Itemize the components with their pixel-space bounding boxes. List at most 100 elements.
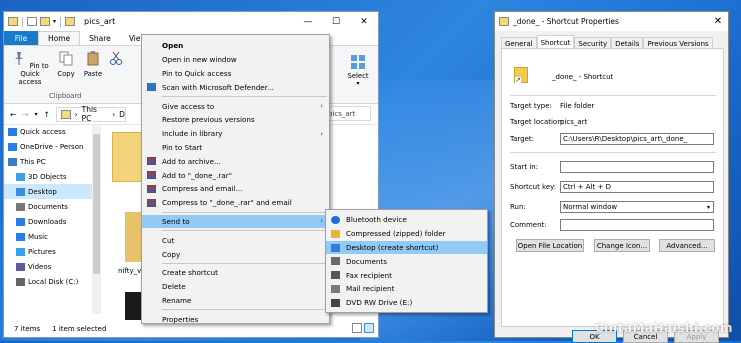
folder-thumbnail[interactable] [112, 132, 144, 182]
send-to-mail-recipient[interactable]: Mail recipient [326, 282, 487, 296]
minimize-button[interactable]: — [294, 12, 322, 31]
breadcrumb-current[interactable]: pics_art [323, 106, 371, 121]
send-to-dvd-rw-drive-e[interactable]: DVD RW Drive (E:) [326, 296, 487, 310]
qat-dropdown-icon[interactable]: ▾ [53, 18, 56, 25]
menu-item-create-shortcut[interactable]: Create shortcut [142, 266, 329, 280]
tab-share[interactable]: Share [80, 31, 120, 45]
winrar-icon [147, 157, 156, 166]
tab-file[interactable]: File [4, 31, 38, 45]
new-folder-icon[interactable] [40, 17, 50, 26]
divider [60, 16, 62, 27]
advanced-button[interactable]: Advanced... [659, 239, 715, 252]
copy-button[interactable]: Copy [56, 50, 76, 78]
properties-icon[interactable] [27, 17, 37, 26]
nav-item-downloads[interactable]: Downloads [4, 214, 92, 229]
up-arrow-icon[interactable]: ↑ [44, 110, 50, 119]
zip-icon [331, 229, 340, 238]
menu-item-scan-with-microsoft-defender[interactable]: Scan with Microsoft Defender... [142, 80, 329, 94]
menu-item-open-in-new-window[interactable]: Open in new window [142, 53, 329, 67]
menu-item-compress-and-email[interactable]: Compress and email... [142, 182, 329, 196]
nav-item-3d-objects[interactable]: 3D Objects [4, 169, 92, 184]
target-field[interactable]: C:\Users\R\Desktop\pics_art\_done_ [560, 133, 714, 145]
breadcrumb-d[interactable]: D [119, 110, 125, 119]
menu-item-include-in-library[interactable]: Include in library › [142, 127, 329, 141]
select-button[interactable]: Select ▾ [344, 48, 372, 98]
menu-item-label: Compress and email... [162, 184, 243, 194]
nav-item-pictures[interactable]: Pictures [4, 244, 92, 259]
tab-shortcut[interactable]: Shortcut [536, 35, 575, 49]
menu-item-label: Compress to "_done_.rar" and email [162, 198, 292, 208]
nav-item-label: Quick access [20, 127, 66, 136]
menu-item-give-access-to[interactable]: Give access to › [142, 99, 329, 113]
send-to-bluetooth-device[interactable]: Bluetooth device [326, 213, 487, 227]
disk-icon [16, 277, 25, 286]
maximize-button[interactable]: ☐ [322, 12, 350, 31]
details-view-icon[interactable] [352, 323, 362, 333]
menu-separator [162, 309, 327, 311]
menu-item-properties[interactable]: Properties [142, 312, 329, 326]
breadcrumb-separator: › [112, 109, 116, 119]
shortcut-folder-icon [514, 67, 528, 84]
menu-item-open[interactable]: Open [142, 39, 329, 53]
send-to-desktop-create-shortcut[interactable]: Desktop (create shortcut) [326, 240, 487, 255]
menu-item-label: Scan with Microsoft Defender... [162, 82, 274, 92]
close-button[interactable]: ✕ [350, 12, 378, 31]
close-button[interactable]: ✕ [708, 16, 728, 27]
run-select[interactable]: Normal window ▾ [560, 201, 714, 213]
recent-chevron-icon[interactable]: ▾ [35, 111, 38, 118]
nav-item-music[interactable]: Music [4, 229, 92, 244]
scrollbar-thumb[interactable] [93, 134, 100, 274]
nav-item-desktop[interactable]: Desktop [4, 184, 92, 199]
menu-item-copy[interactable]: Copy [142, 247, 329, 261]
menu-item-restore-previous-versions[interactable]: Restore previous versions [142, 113, 329, 127]
nav-item-this-pc[interactable]: This PC [4, 154, 92, 169]
send-to-compressed-zipped-folder[interactable]: Compressed (zipped) folder [326, 227, 487, 241]
menu-item-label: Pin to Start [162, 142, 203, 152]
back-arrow-icon[interactable]: ← [10, 110, 16, 119]
send-to-submenu: Bluetooth device Compressed (zipped) fold… [325, 209, 488, 313]
menu-item-add-to-done-rar[interactable]: Add to "_done_.rar" [142, 168, 329, 182]
nav-item-local-disk-c[interactable]: Local Disk (C:) [4, 274, 92, 289]
file-thumbnail[interactable] [125, 292, 141, 320]
file-thumbnail[interactable] [125, 212, 141, 262]
menu-item-label: Cut [162, 235, 175, 245]
menu-item-rename[interactable]: Rename [142, 294, 329, 308]
breadcrumb-this-pc[interactable]: This PC [82, 105, 109, 123]
menu-item-delete[interactable]: Delete [142, 280, 329, 294]
comment-field[interactable] [560, 219, 714, 231]
menu-item-label: Rename [162, 295, 192, 305]
tab-home[interactable]: Home [38, 31, 81, 45]
nav-item-onedrive-person[interactable]: OneDrive - Person [4, 139, 92, 154]
change-icon-button[interactable]: Change Icon... [594, 239, 650, 252]
nav-item-videos[interactable]: Videos [4, 259, 92, 274]
send-to-documents[interactable]: Documents [326, 254, 487, 268]
menu-item-cut[interactable]: Cut [142, 233, 329, 247]
menu-item-label: Fax recipient [346, 270, 392, 280]
pin-quick-access-button[interactable]: Pin to Quick access [10, 50, 50, 86]
menu-item-pin-to-quick-access[interactable]: Pin to Quick access [142, 67, 329, 81]
folder-icon [60, 109, 71, 119]
nav-item-quick-access[interactable]: Quick access [4, 124, 92, 139]
forward-arrow-icon[interactable]: → [22, 110, 28, 119]
window-controls: — ☐ ✕ [294, 12, 378, 31]
menu-item-send-to[interactable]: Send to › [142, 214, 329, 229]
address-bar[interactable]: › This PC › D [55, 105, 126, 123]
nav-scrollbar[interactable] [92, 124, 101, 314]
nav-item-documents[interactable]: Documents [4, 199, 92, 214]
file-name[interactable]: nifty_v [118, 267, 141, 275]
submenu-arrow-icon: › [320, 129, 323, 138]
menu-item-pin-to-start[interactable]: Pin to Start [142, 141, 329, 155]
title-bar: ▾ pics_art — ☐ ✕ [4, 12, 378, 31]
shortcut-name: _done_ - Shortcut [552, 73, 614, 81]
nav-item-label: OneDrive - Person [20, 142, 84, 151]
shortcut-key-field[interactable]: Ctrl + Alt + D [560, 181, 714, 193]
large-icons-view-icon[interactable] [364, 323, 374, 333]
open-file-location-button[interactable]: Open File Location [516, 239, 584, 252]
cut-button[interactable] [108, 50, 122, 70]
menu-item-add-to-archive[interactable]: Add to archive... [142, 154, 329, 168]
folder-icon [8, 17, 18, 26]
start-in-field[interactable] [560, 161, 714, 173]
menu-item-compress-to-done-rar-and-email[interactable]: Compress to "_done_.rar" and email [142, 196, 329, 210]
send-to-fax-recipient[interactable]: Fax recipient [326, 268, 487, 282]
paste-button[interactable]: Paste [82, 50, 104, 78]
